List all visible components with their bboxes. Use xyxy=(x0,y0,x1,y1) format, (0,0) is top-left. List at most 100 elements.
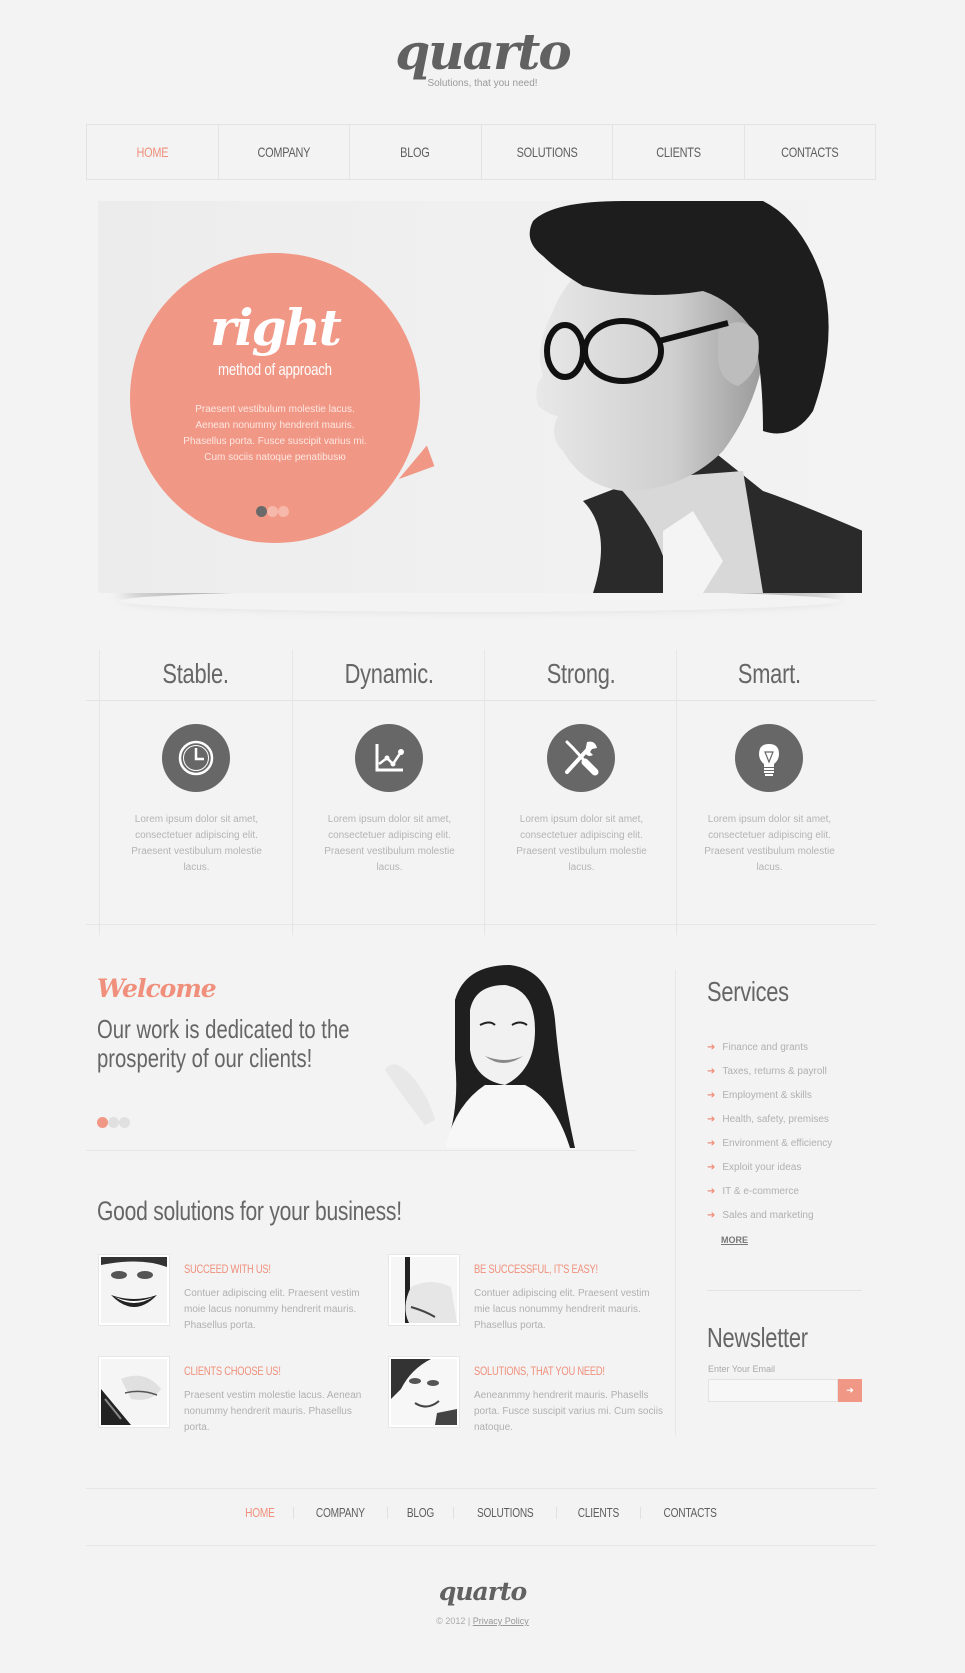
footer-nav-contacts[interactable]: CONTACTS xyxy=(641,1505,739,1520)
service-item[interactable]: ➜ Employment & skills xyxy=(707,1088,832,1112)
footer-divider-top xyxy=(86,1488,876,1489)
service-item[interactable]: ➜ Finance and grants xyxy=(707,1040,832,1064)
sidebar-divider xyxy=(675,970,676,1435)
hero-text-line: Phasellus porta. Fusce suscipit varius m… xyxy=(183,436,367,447)
newsletter-submit-button[interactable]: ➜ xyxy=(838,1379,862,1402)
hero-text-line: Aenean nonummy hendrerit mauris. xyxy=(195,420,355,431)
newsletter-divider xyxy=(707,1290,862,1291)
newsletter-title: Newsletter xyxy=(707,1322,836,1354)
newsletter-title-text: Newsletter xyxy=(707,1322,808,1353)
footer-nav-company[interactable]: COMPANY xyxy=(294,1505,387,1520)
welcome-dot-1[interactable] xyxy=(97,1117,108,1128)
feature-stable: Stable. Lorem ipsum dolor sit amet, cons… xyxy=(99,650,292,935)
nav-item-company[interactable]: COMPANY xyxy=(217,125,350,179)
hero-text-line: Praesent vestibulum molestie lacus. xyxy=(195,404,355,415)
hero-dot-1[interactable] xyxy=(256,506,267,517)
hero-title: right xyxy=(210,298,342,357)
lightbulb-icon xyxy=(735,724,803,792)
feature-strong: Strong. Lorem ipsum dolor sit amet, cons… xyxy=(484,650,677,935)
nav-label: HOME xyxy=(136,144,169,160)
site-logo[interactable]: quarto xyxy=(0,24,965,80)
welcome-woman-image xyxy=(385,965,575,1148)
nav-item-blog[interactable]: BLOG xyxy=(349,125,481,179)
solution-title-text: BE SUCCESSFUL, IT'S EASY! xyxy=(474,1262,598,1276)
feature-dynamic: Dynamic. Lorem ipsum dolor sit amet, con… xyxy=(292,650,485,935)
solution-text: Aeneanmmy hendrerit mauris. Phasells por… xyxy=(474,1390,663,1433)
newsletter-label: Enter Your Email xyxy=(708,1364,776,1374)
solution-title[interactable]: SUCCEED WITH US! xyxy=(184,1262,295,1276)
hero-text: Praesent vestibulum molestie lacus. Aene… xyxy=(150,402,400,466)
hero-dot-3[interactable] xyxy=(278,506,289,517)
welcome-dot-2[interactable] xyxy=(108,1117,119,1128)
hero-dot-2[interactable] xyxy=(267,506,278,517)
solution-thumbnail-keyboard-hands[interactable] xyxy=(98,1356,170,1428)
feature-title-text: Stable. xyxy=(162,658,230,689)
welcome-text: Our work is dedicated to the prosperity … xyxy=(97,1015,397,1073)
solution-thumbnail-hand-pen[interactable] xyxy=(388,1254,460,1326)
welcome-dot-3[interactable] xyxy=(119,1117,130,1128)
arrow-right-icon: ➜ xyxy=(707,1162,716,1173)
services-title: Services xyxy=(707,976,812,1008)
service-item[interactable]: ➜ IT & e-commerce xyxy=(707,1184,832,1208)
feature-title-text: Strong. xyxy=(546,658,616,689)
hero-text-line: Cum sociis natoque penatibusю xyxy=(204,452,346,463)
copyright-separator: | xyxy=(467,1616,471,1626)
hero-pagination xyxy=(256,506,289,517)
hero-portrait-image xyxy=(529,201,862,593)
nav-item-solutions[interactable]: SOLUTIONS xyxy=(480,125,613,179)
service-label: Health, safety, premises xyxy=(722,1114,829,1125)
service-label: IT & e-commerce xyxy=(722,1186,799,1197)
footer-nav: HOME COMPANY BLOG SOLUTIONS CLIENTS CONT… xyxy=(0,1505,965,1520)
nav-label: CONTACTS xyxy=(781,144,839,160)
service-label: Sales and marketing xyxy=(722,1210,814,1221)
feature-title-text: Dynamic. xyxy=(344,658,434,689)
feature-text: Lorem ipsum dolor sit amet, consectetuer… xyxy=(516,814,647,873)
footer-nav-label: HOME xyxy=(244,1505,275,1520)
footer-divider-bottom xyxy=(86,1545,876,1546)
solutions-title: Good solutions for your business! xyxy=(97,1196,488,1227)
solution-text: Praesent vestim molestie lacus. Aenean n… xyxy=(184,1390,362,1433)
nav-item-contacts[interactable]: CONTACTS xyxy=(743,125,876,179)
solution-thumbnail-smiling-woman[interactable] xyxy=(98,1254,170,1326)
footer-nav-solutions[interactable]: SOLUTIONS xyxy=(454,1505,556,1520)
service-item[interactable]: ➜ Taxes, returns & payroll xyxy=(707,1064,832,1088)
service-label: Finance and grants xyxy=(722,1042,809,1053)
welcome-divider xyxy=(86,1150,636,1151)
feature-text: Lorem ipsum dolor sit amet, consectetuer… xyxy=(324,814,455,873)
footer-logo[interactable]: quarto xyxy=(0,1577,965,1606)
footer-nav-label: BLOG xyxy=(406,1505,435,1520)
solution-item: SUCCEED WITH US! Contuer adipiscing elit… xyxy=(98,1254,378,1334)
service-item[interactable]: ➜ Health, safety, premises xyxy=(707,1112,832,1136)
nav-item-clients[interactable]: CLIENTS xyxy=(612,125,744,179)
service-item[interactable]: ➜ Sales and marketing xyxy=(707,1208,832,1232)
solution-item: BE SUCCESSFUL, IT'S EASY! Contuer adipis… xyxy=(388,1254,668,1334)
services-more-link[interactable]: MORE xyxy=(721,1235,748,1245)
copyright-text: © 2012 xyxy=(436,1616,466,1626)
feature-title: Strong. xyxy=(485,658,677,690)
solutions-title-text: Good solutions for your business! xyxy=(97,1196,402,1226)
service-item[interactable]: ➜ Exploit your ideas xyxy=(707,1160,832,1184)
site-tagline: Solutions, that you need! xyxy=(427,78,538,89)
privacy-policy-link[interactable]: Privacy Policy xyxy=(473,1616,529,1626)
welcome-text-content: Our work is dedicated to the prosperity … xyxy=(97,1014,350,1073)
solution-thumbnail-woman-portrait[interactable] xyxy=(388,1356,460,1428)
footer-nav-clients[interactable]: CLIENTS xyxy=(557,1505,640,1520)
footer-nav-label: CONTACTS xyxy=(663,1505,717,1520)
welcome-title: Welcome xyxy=(97,974,217,1003)
solution-title[interactable]: BE SUCCESSFUL, IT'S EASY! xyxy=(474,1262,633,1276)
arrow-right-icon: ➜ xyxy=(707,1042,716,1053)
solution-title[interactable]: SOLUTIONS, THAT YOU NEED! xyxy=(474,1364,642,1378)
service-item[interactable]: ➜ Environment & efficiency xyxy=(707,1136,832,1160)
nav-label: SOLUTIONS xyxy=(516,144,578,160)
footer-nav-home[interactable]: HOME xyxy=(226,1505,294,1520)
newsletter-email-input[interactable] xyxy=(708,1379,838,1402)
footer-nav-blog[interactable]: BLOG xyxy=(388,1505,453,1520)
solution-text: Contuer adipiscing elit. Praesent vestim… xyxy=(184,1288,360,1331)
nav-item-home[interactable]: HOME xyxy=(86,125,218,179)
feature-text: Lorem ipsum dolor sit amet, consectetuer… xyxy=(131,814,262,873)
service-label: Taxes, returns & payroll xyxy=(722,1066,827,1077)
service-label: Environment & efficiency xyxy=(722,1138,833,1149)
solution-text: Contuer adipiscing elit. Praesent vestim… xyxy=(474,1288,650,1331)
footer-nav-label: CLIENTS xyxy=(578,1505,620,1520)
solution-title[interactable]: CLIENTS CHOOSE US! xyxy=(184,1364,308,1378)
